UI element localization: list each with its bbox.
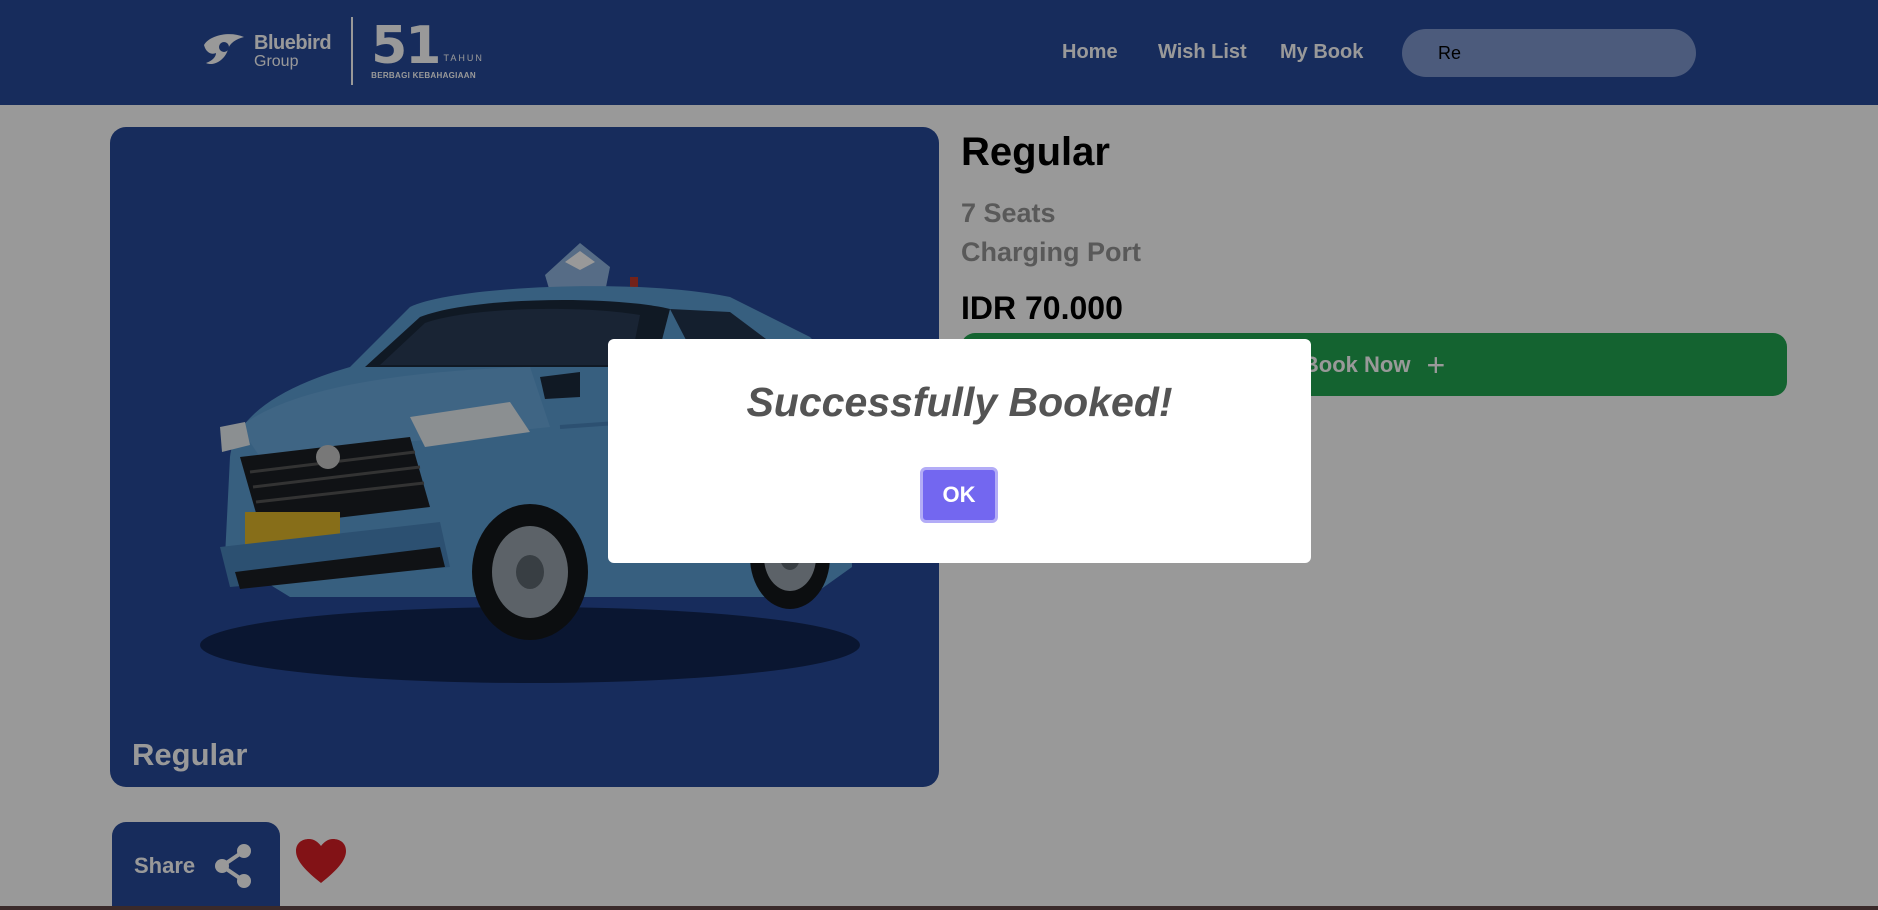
bottom-edge (0, 906, 1878, 910)
success-dialog: Successfully Booked! OK (608, 339, 1311, 563)
dialog-title: Successfully Booked! (746, 379, 1173, 425)
ok-button[interactable]: OK (920, 467, 998, 523)
page: Bluebird Group 51 TAHUN BERBAGI KEBAHAGI… (0, 0, 1878, 910)
